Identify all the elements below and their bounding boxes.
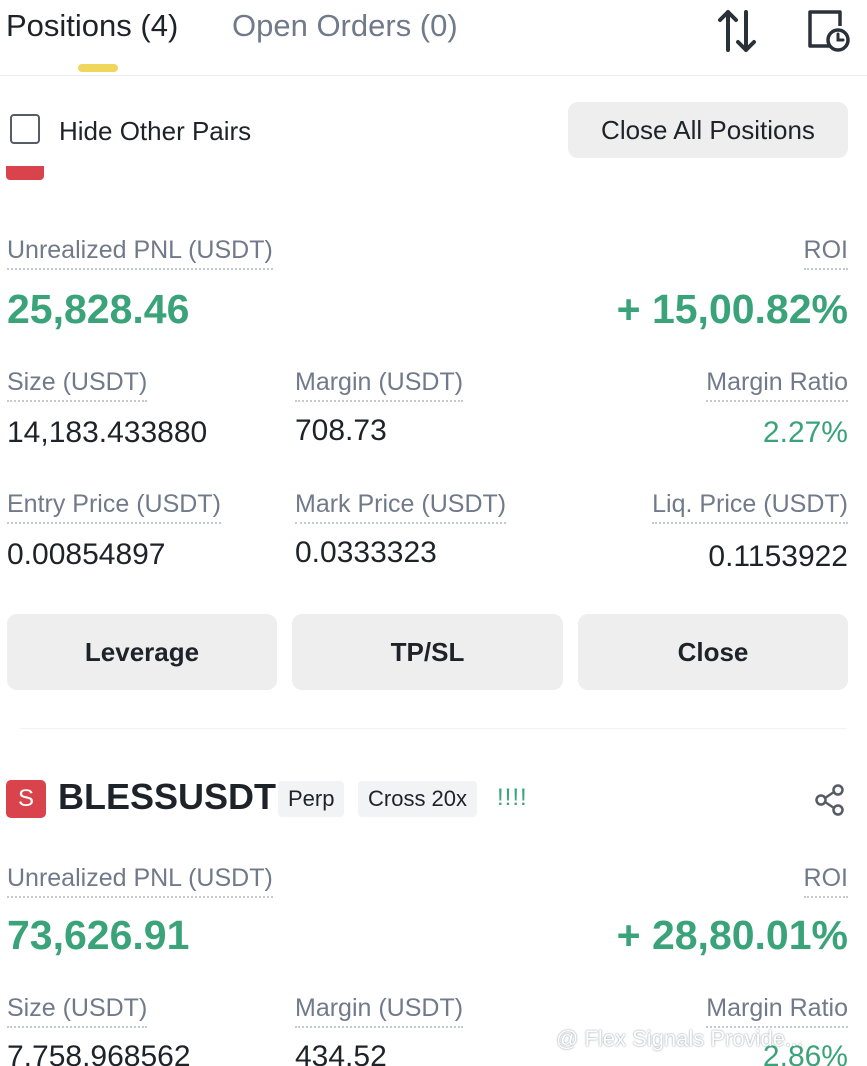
liq-price-value: 0.1153922 xyxy=(708,540,848,573)
size-label: Size (USDT) xyxy=(7,994,148,1028)
margin-ratio-value: 2.27% xyxy=(762,416,848,449)
margin-value: 434.52 xyxy=(295,1040,387,1066)
margin-value: 708.73 xyxy=(295,414,387,447)
unrealized-pnl-label: Unrealized PNL (USDT) xyxy=(7,864,273,898)
cross-leverage-tag[interactable]: Cross 20x xyxy=(358,781,478,817)
hide-other-pairs-label[interactable]: Hide Other Pairs xyxy=(59,116,251,147)
tpsl-button[interactable]: TP/SL xyxy=(292,614,563,690)
perp-tag: Perp xyxy=(278,781,345,817)
margin-label: Margin (USDT) xyxy=(295,368,464,402)
margin-label: Margin (USDT) xyxy=(295,994,464,1028)
size-value: 14,183.433880 xyxy=(7,416,208,449)
unrealized-pnl-value: 73,626.91 xyxy=(7,912,190,958)
sort-icon[interactable] xyxy=(716,6,760,61)
roi-label: ROI xyxy=(803,864,848,898)
symbol-icon xyxy=(6,166,44,180)
mark-price-label: Mark Price (USDT) xyxy=(295,490,507,524)
size-label: Size (USDT) xyxy=(7,368,148,402)
position-1-header-cut xyxy=(0,166,867,188)
roi-value: + 15,00.82% xyxy=(616,286,848,332)
symbol-icon: S xyxy=(6,780,46,818)
unrealized-pnl-label: Unrealized PNL (USDT) xyxy=(7,236,273,270)
share-icon[interactable] xyxy=(818,166,854,185)
close-all-positions-button[interactable]: Close All Positions xyxy=(568,102,848,158)
entry-price-value: 0.00854897 xyxy=(7,538,166,571)
share-icon[interactable] xyxy=(812,782,848,823)
margin-ratio-label: Margin Ratio xyxy=(706,994,848,1028)
card-divider xyxy=(20,728,847,729)
position-2-header: S BLESSUSDT Perp Cross 20x !!!! xyxy=(0,776,867,822)
hide-other-pairs-checkbox[interactable] xyxy=(10,114,40,144)
close-position-button[interactable]: Close xyxy=(578,614,848,690)
tab-positions[interactable]: Positions (4) xyxy=(6,8,178,44)
position-2-symbol[interactable]: BLESSUSDT xyxy=(58,776,276,818)
order-history-icon[interactable] xyxy=(804,6,852,59)
positions-tabs-bar: Positions (4) Open Orders (0) xyxy=(0,0,867,76)
unrealized-pnl-value: 25,828.46 xyxy=(7,286,190,332)
liq-price-label: Liq. Price (USDT) xyxy=(652,490,848,524)
margin-ratio-label: Margin Ratio xyxy=(706,368,848,402)
entry-price-label: Entry Price (USDT) xyxy=(7,490,221,524)
active-tab-indicator xyxy=(78,64,118,72)
roi-value: + 28,80.01% xyxy=(616,912,848,958)
adl-indicator: !!!! xyxy=(497,784,528,811)
tab-open-orders[interactable]: Open Orders (0) xyxy=(232,8,458,44)
watermark: @ Flex Signals Provide... xyxy=(556,1026,804,1051)
roi-label: ROI xyxy=(803,236,848,270)
filter-row: Hide Other Pairs Close All Positions xyxy=(0,96,867,166)
leverage-button[interactable]: Leverage xyxy=(7,614,277,690)
mark-price-value: 0.0333323 xyxy=(295,536,437,569)
size-value: 7,758.968562 xyxy=(7,1040,191,1066)
